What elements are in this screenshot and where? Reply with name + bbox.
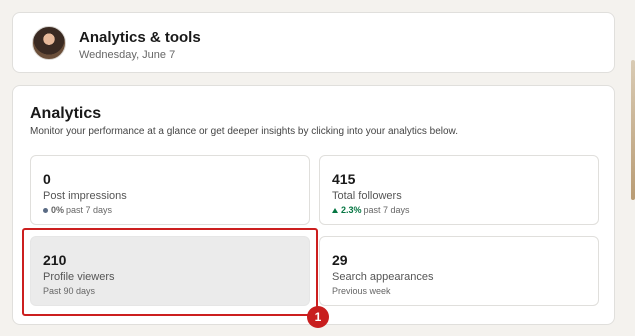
tile-value: 0	[43, 171, 51, 187]
analytics-page: Analytics & tools Wednesday, June 7 Anal…	[0, 0, 635, 336]
adjacent-image-strip	[631, 60, 635, 200]
tile-change: 2.3% past 7 days	[332, 205, 410, 215]
tile-change: 0% past 7 days	[43, 205, 112, 215]
avatar[interactable]	[32, 26, 66, 60]
search-appearances-tile[interactable]: 29 Search appearances Previous week	[319, 236, 599, 306]
page-title: Analytics & tools	[79, 29, 201, 46]
analytics-title: Analytics	[30, 105, 102, 122]
change-value: 0%	[51, 205, 65, 215]
profile-viewers-tile[interactable]: 210 Profile viewers Past 90 days	[30, 236, 310, 306]
trend-up-icon	[332, 207, 338, 213]
tile-label: Post impressions	[43, 190, 127, 202]
analytics-card: Analytics Monitor your performance at a …	[12, 85, 615, 325]
analytics-description: Monitor your performance at a glance or …	[30, 126, 459, 137]
header-date: Wednesday, June 7	[79, 49, 176, 61]
neutral-dot-icon	[43, 207, 48, 213]
change-period: past 7 days	[66, 205, 113, 215]
tile-value: 210	[43, 252, 67, 268]
header-card: Analytics & tools Wednesday, June 7	[12, 12, 615, 73]
total-followers-tile[interactable]: 415 Total followers 2.3% past 7 days	[319, 155, 599, 225]
change-value: 2.3%	[341, 205, 362, 215]
post-impressions-tile[interactable]: 0 Post impressions 0% past 7 days	[30, 155, 310, 225]
tile-label: Total followers	[332, 190, 402, 202]
tile-period: Past 90 days	[43, 286, 96, 296]
tile-label: Profile viewers	[43, 271, 115, 283]
change-period: past 7 days	[363, 205, 410, 215]
tile-value: 29	[332, 252, 348, 268]
annotation-marker: 1	[307, 306, 329, 328]
tile-value: 415	[332, 171, 356, 187]
tile-period: Previous week	[332, 286, 391, 296]
adjacent-panel-edge	[629, 0, 635, 336]
tile-label: Search appearances	[332, 271, 434, 283]
